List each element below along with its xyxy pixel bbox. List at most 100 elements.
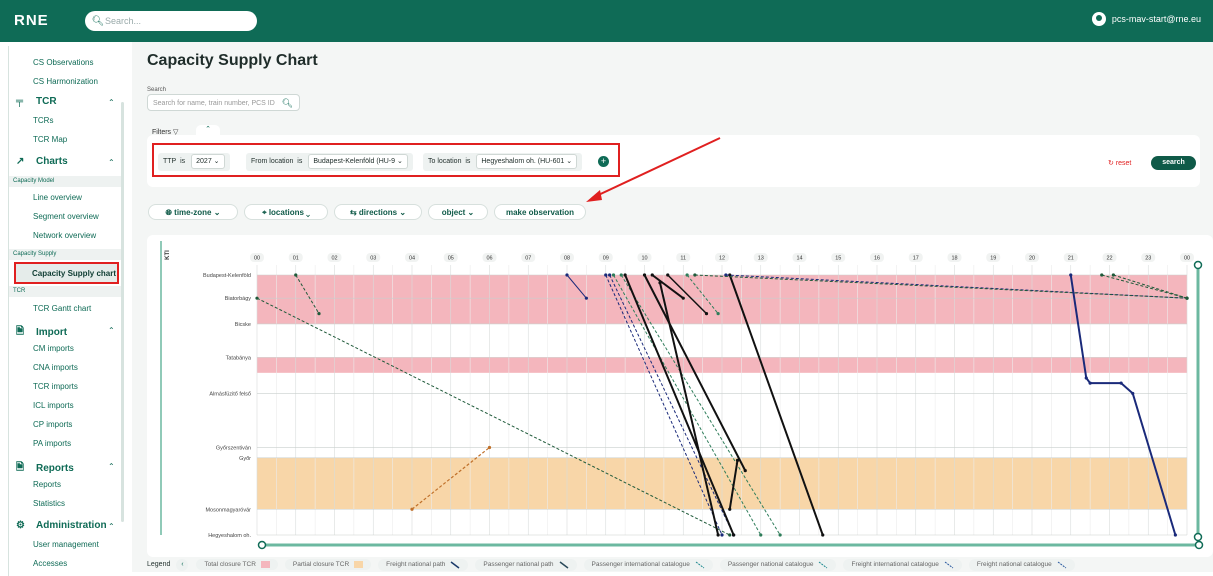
station-label: Biatorbágy xyxy=(225,296,252,302)
chart-search-placeholder: Search for name, train number, PCS ID xyxy=(153,100,275,107)
sidebar-item-segment-overview[interactable]: Segment overview xyxy=(33,212,99,221)
rne-logo[interactable]: RNE xyxy=(14,12,49,29)
legend-swatch xyxy=(354,561,364,568)
station-label: Győrszentiván xyxy=(216,445,251,451)
sidebar-item-tcr-gantt-chart[interactable]: TCR Gantt chart xyxy=(33,304,91,313)
filter-chip-from-location[interactable]: From location is Budapest-Kelenföld (HU-… xyxy=(246,153,413,171)
sidebar-item-cs-observations[interactable]: CS Observations xyxy=(33,58,93,67)
train-path-point xyxy=(681,296,685,300)
sidebar-item-statistics[interactable]: Statistics xyxy=(33,499,65,508)
search-icon[interactable]: 🔍︎ xyxy=(282,95,293,112)
train-path-point xyxy=(728,507,732,511)
sidebar-item-user-management[interactable]: User management xyxy=(33,540,99,549)
legend-item-freight-international-catalogue: Freight international catalogue xyxy=(843,558,962,571)
sidebar-item-reports[interactable]: Reports xyxy=(33,480,61,489)
hour-tick-label: 17 xyxy=(913,256,919,262)
locations-dropdown[interactable]: ⌖ locations ⌄ xyxy=(244,204,328,220)
sidebar-item-tcrs[interactable]: TCRs xyxy=(33,116,53,125)
filter-value-select[interactable]: Budapest-Kelenföld (HU-9 ⌄ xyxy=(308,154,408,169)
train-path-point xyxy=(1173,533,1177,537)
filter-chip-ttp[interactable]: TTP is 2027 ⌄ xyxy=(158,153,230,171)
chevron-up-icon[interactable]: ⌃ xyxy=(108,326,115,335)
train-path-point xyxy=(666,273,670,277)
sidebar-group-tcr: TCR xyxy=(9,286,121,297)
train-path-point xyxy=(608,273,612,277)
legend-collapse-button[interactable]: ‹ xyxy=(176,558,189,571)
filter-value-select[interactable]: 2027 ⌄ xyxy=(191,154,225,169)
station-label: Bicske xyxy=(235,322,251,328)
hour-tick-label: 01 xyxy=(293,256,299,262)
chevron-up-icon[interactable]: ⌃ xyxy=(108,522,115,531)
sidebar-item-cs-harmonization[interactable]: CS Harmonization xyxy=(33,77,98,86)
train-path-point xyxy=(619,273,623,277)
hour-tick-label: 09 xyxy=(603,256,609,262)
sidebar-item-tcr-map[interactable]: TCR Map xyxy=(33,135,67,144)
train-path-point xyxy=(1131,391,1135,396)
station-label: Tatabánya xyxy=(226,355,252,361)
sidebar-section-import[interactable]: 🗎︎ Import xyxy=(16,324,67,341)
legend-item-freight-national-path: Freight national path xyxy=(378,558,469,571)
user-menu[interactable]: pcs-mav-start@rne.eu xyxy=(1091,12,1201,26)
train-path-point xyxy=(728,533,732,537)
train-path-point xyxy=(1111,273,1115,277)
train-path-point xyxy=(623,273,627,277)
train-path-point xyxy=(685,273,689,277)
filter-value-select[interactable]: Hegyeshalom oh. (HU-601 ⌄ xyxy=(476,154,578,169)
legend-swatch xyxy=(260,561,270,568)
import-icon: 🗎︎ xyxy=(16,326,25,337)
filter-field: To location xyxy=(428,158,462,165)
reset-button[interactable]: ↻ reset xyxy=(1108,159,1131,167)
sidebar-item-tcr-imports[interactable]: TCR imports xyxy=(33,382,78,391)
hour-tick-label: 18 xyxy=(951,256,957,262)
hour-tick-label: 08 xyxy=(564,256,570,262)
hour-tick-label: 00 xyxy=(254,256,260,262)
hour-tick-label: 03 xyxy=(370,256,376,262)
gear-icon: ⚙ xyxy=(16,520,25,531)
search-icon: 🔍︎ xyxy=(91,15,105,27)
sidebar-item-line-overview[interactable]: Line overview xyxy=(33,193,82,202)
chevron-up-icon[interactable]: ⌃ xyxy=(108,98,115,107)
chart-container: Budapest-Kelenföld Biatorbágy Bicske Tatabá… xyxy=(147,235,1213,557)
train-path-point xyxy=(1119,381,1123,385)
top-bar: RNE 🔍︎ Search... pcs-mav-start@rne.eu xyxy=(0,0,1213,42)
filters-collapse-toggle[interactable]: ⌃ xyxy=(196,125,220,135)
hour-tick-label: 15 xyxy=(835,256,841,262)
legend-line xyxy=(944,561,954,568)
chart-search-input[interactable]: Search for name, train number, PCS ID 🔍︎ xyxy=(147,94,300,111)
chevron-up-icon[interactable]: ⌃ xyxy=(108,158,115,167)
filter-chip-to-location[interactable]: To location is Hegyeshalom oh. (HU-601 ⌄ xyxy=(423,153,583,171)
hour-tick-label: 04 xyxy=(409,256,415,262)
sidebar-section-charts[interactable]: ↗ Charts xyxy=(16,156,68,167)
sidebar-item-cna-imports[interactable]: CNA imports xyxy=(33,363,78,372)
sidebar-item-capacity-supply-chart[interactable]: Capacity Supply chart xyxy=(14,262,119,284)
legend-line xyxy=(1057,561,1067,568)
global-search-input[interactable]: 🔍︎ Search... xyxy=(85,11,257,31)
legend-label: Passenger international catalogue xyxy=(591,561,690,568)
sidebar-item-cp-imports[interactable]: CP imports xyxy=(33,420,72,429)
legend-line xyxy=(559,560,568,569)
arrows-icon: ⇆ xyxy=(349,208,357,217)
station-label: Hegyeshalom oh. xyxy=(208,533,251,539)
sidebar-scrollbar[interactable] xyxy=(121,102,124,522)
hour-tick-label: 02 xyxy=(331,256,337,262)
hour-tick-label: 22 xyxy=(1106,256,1112,262)
object-dropdown[interactable]: object ⌄ xyxy=(428,204,488,220)
time-zone-dropdown[interactable]: 🌐︎ time-zone ⌄ xyxy=(148,204,238,220)
chevron-up-icon[interactable]: ⌃ xyxy=(108,462,115,471)
directions-dropdown[interactable]: ⇆ directions ⌄ xyxy=(334,204,422,220)
sidebar-item-pa-imports[interactable]: PA imports xyxy=(33,439,71,448)
legend: Legend ‹ Total closure TCR Partial closu… xyxy=(147,557,1082,572)
hour-tick-label: 14 xyxy=(796,256,802,262)
sidebar-section-tcr-label: TCR xyxy=(36,96,57,107)
train-path-point xyxy=(642,273,647,277)
sidebar-section-reports[interactable]: 🗎︎ Reports xyxy=(16,460,74,477)
sidebar-item-icl-imports[interactable]: ICL imports xyxy=(33,401,74,410)
hour-tick-label: 12 xyxy=(719,256,725,262)
sidebar-section-tcr[interactable]: ╤ TCR xyxy=(16,96,57,107)
search-button[interactable]: search xyxy=(1151,156,1196,170)
sidebar-section-administration[interactable]: ⚙ Administration xyxy=(16,520,107,531)
sidebar-item-cm-imports[interactable]: CM imports xyxy=(33,344,74,353)
sidebar-item-network-overview[interactable]: Network overview xyxy=(33,231,96,240)
capacity-supply-chart[interactable]: Budapest-Kelenföld Biatorbágy Bicske Tatabá… xyxy=(147,235,1213,557)
sidebar-item-accesses[interactable]: Accesses xyxy=(33,559,67,568)
